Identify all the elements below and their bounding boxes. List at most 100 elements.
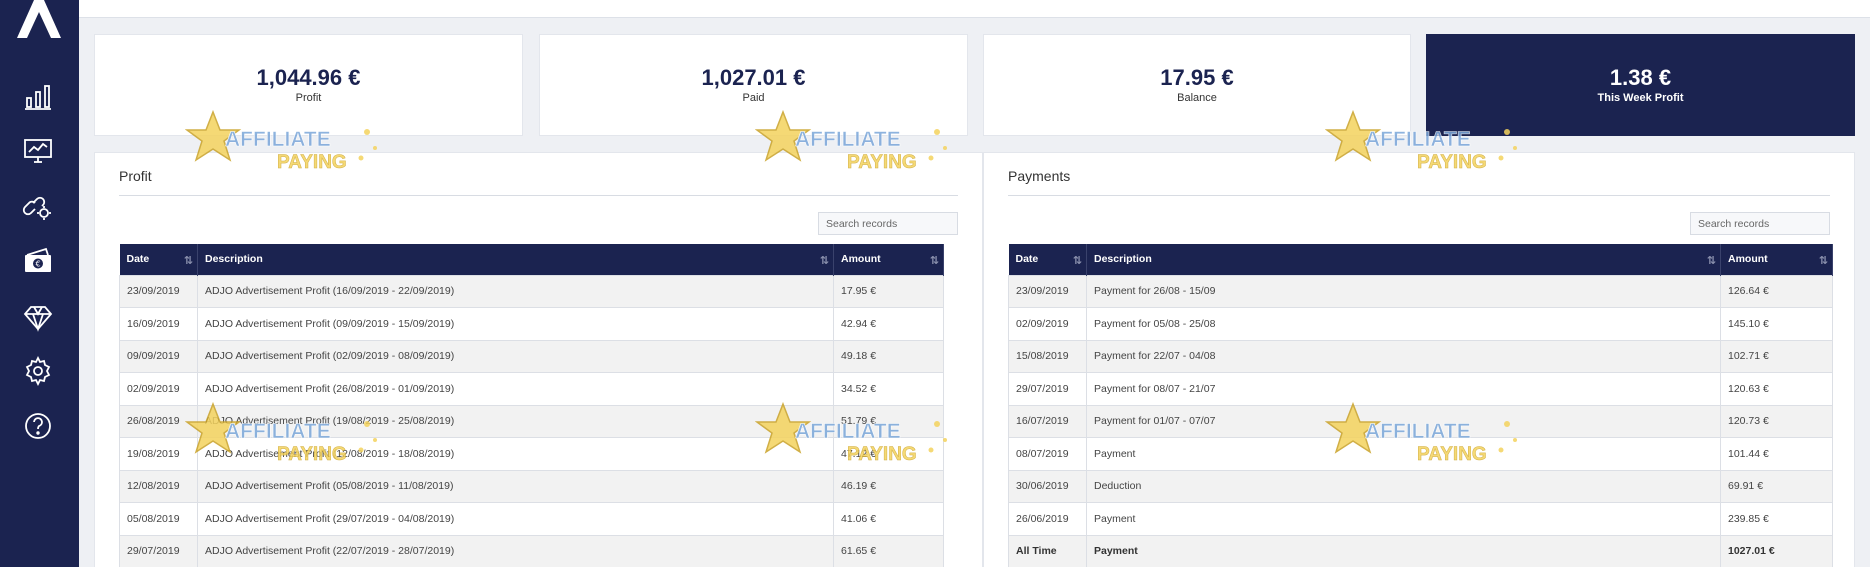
cell-amount: 239.85 € (1720, 502, 1833, 536)
profit-panel: Profit Date⇅ Description⇅ Amount⇅ 23/09/… (94, 152, 983, 567)
column-header-date[interactable]: Date ⇅ (119, 244, 198, 275)
stat-label: Profit (295, 92, 322, 105)
cell-date: All Time (1008, 534, 1087, 567)
cell-description: ADJO Advertisement Profit (16/09/2019 - … (197, 274, 834, 308)
cell-date: 15/08/2019 (1008, 339, 1087, 373)
stat-value: 1,027.01 € (701, 64, 806, 90)
cell-description: Payment for 22/07 - 04/08 (1086, 339, 1721, 373)
search-input[interactable] (1690, 212, 1830, 235)
sort-icon: ⇅ (1818, 255, 1828, 267)
cell-date: 16/07/2019 (1008, 404, 1087, 438)
sort-icon: ⇅ (1072, 255, 1082, 267)
column-header-amount[interactable]: Amount ⇅ (1720, 244, 1833, 275)
profit-table: Date ⇅ Description ⇅ Amount ⇅ 23/09/2019 ADJ… (119, 244, 944, 567)
cell-amount: 42.94 € (833, 307, 944, 341)
table-row: 26/06/2019 Payment 239.85 € (1008, 502, 1833, 536)
cell-date: 02/09/2019 (1008, 307, 1087, 341)
svg-text:€: € (35, 260, 40, 269)
stat-card-paid: 1,027.01 € Paid (539, 34, 968, 136)
cell-amount: 1027.01 € (1720, 534, 1833, 567)
table-row: 23/09/2019 ADJO Advertisement Profit (16/… (119, 274, 944, 308)
cell-amount: 69.91 € (1720, 469, 1833, 503)
cell-description: ADJO Advertisement Profit (12/08/2019 - … (197, 437, 834, 471)
cell-date: 23/09/2019 (119, 274, 198, 308)
top-header-bar (79, 0, 1870, 18)
payments-panel: Payments Date⇅ Description⇅ Amount⇅ 23/0… (983, 152, 1855, 567)
cell-description: ADJO Advertisement Profit (22/07/2019 - … (197, 534, 834, 567)
table-row: 15/08/2019 Payment for 22/07 - 04/08 102.7… (1008, 339, 1833, 373)
sort-icon: ⇅ (819, 255, 829, 267)
stat-value: 1,044.96 € (256, 64, 361, 90)
euro-wallet-icon[interactable]: € (20, 243, 56, 279)
panel-title: Payments (1008, 168, 1071, 184)
cell-description: ADJO Advertisement Profit (02/09/2019 - … (197, 339, 834, 373)
cell-date: 29/07/2019 (1008, 372, 1087, 406)
cell-amount: 61.65 € (833, 534, 944, 567)
stat-card-balance: 17.95 € Balance (983, 34, 1411, 136)
column-header-date[interactable]: Date ⇅ (1008, 244, 1087, 275)
payments-table: Date ⇅ Description ⇅ Amount ⇅ 23/09/2019 Pay… (1008, 244, 1833, 567)
cell-amount: 46.19 € (833, 469, 944, 503)
cell-date: 16/09/2019 (119, 307, 198, 341)
cell-amount: 120.73 € (1720, 404, 1833, 438)
cell-amount: 41.06 € (833, 502, 944, 536)
divider (119, 195, 958, 196)
logo[interactable] (15, 0, 63, 40)
cell-date: 19/08/2019 (119, 437, 198, 471)
cell-amount: 17.95 € (833, 274, 944, 308)
stat-label: Balance (1177, 92, 1217, 105)
table-row: 19/08/2019 ADJO Advertisement Profit (12/… (119, 437, 944, 471)
column-header-description[interactable]: Description ⇅ (1086, 244, 1721, 275)
cell-date: 29/07/2019 (119, 534, 198, 567)
sort-icon: ⇅ (1706, 255, 1716, 267)
cell-description: Payment (1086, 534, 1721, 567)
diamond-icon[interactable] (20, 299, 56, 335)
table-row: 23/09/2019 Payment for 26/08 - 15/09 126.6… (1008, 274, 1833, 308)
cell-description: Payment (1086, 437, 1721, 471)
cell-description: ADJO Advertisement Profit (29/07/2019 - … (197, 502, 834, 536)
cell-amount: 120.63 € (1720, 372, 1833, 406)
cell-amount: 47.12 € (833, 437, 944, 471)
cell-amount: 101.44 € (1720, 437, 1833, 471)
cell-date: 02/09/2019 (119, 372, 198, 406)
divider (1008, 195, 1830, 196)
cell-amount: 126.64 € (1720, 274, 1833, 308)
column-header-amount[interactable]: Amount ⇅ (833, 244, 944, 275)
cell-date: 30/06/2019 (1008, 469, 1087, 503)
sidebar: € (0, 0, 79, 567)
help-icon[interactable] (20, 408, 56, 444)
stat-value: 17.95 € (1160, 64, 1234, 90)
table-row: 16/09/2019 ADJO Advertisement Profit (09/… (119, 307, 944, 341)
cell-description: ADJO Advertisement Profit (26/08/2019 - … (197, 372, 834, 406)
cell-description: Payment for 26/08 - 15/09 (1086, 274, 1721, 308)
panel-title: Profit (119, 168, 152, 184)
table-row: 26/08/2019 ADJO Advertisement Profit (19/… (119, 404, 944, 438)
stat-value: 1.38 € (1609, 64, 1672, 90)
stat-card-week-profit: 1.38 € This Week Profit (1426, 34, 1855, 136)
link-gear-icon[interactable] (20, 188, 56, 224)
cell-amount: 34.52 € (833, 372, 944, 406)
sort-icon: ⇅ (929, 255, 939, 267)
cell-date: 09/09/2019 (119, 339, 198, 373)
table-row: 02/09/2019 ADJO Advertisement Profit (26/… (119, 372, 944, 406)
cell-description: ADJO Advertisement Profit (09/09/2019 - … (197, 307, 834, 341)
table-row: 09/09/2019 ADJO Advertisement Profit (02/… (119, 339, 944, 373)
cell-date: 05/08/2019 (119, 502, 198, 536)
cell-amount: 51.79 € (833, 404, 944, 438)
table-row: 29/07/2019 Payment for 08/07 - 21/07 120.6… (1008, 372, 1833, 406)
table-row: 05/08/2019 ADJO Advertisement Profit (29/… (119, 502, 944, 536)
cell-amount: 102.71 € (1720, 339, 1833, 373)
search-input[interactable] (818, 212, 958, 235)
bar-chart-icon[interactable] (20, 79, 56, 115)
table-row: 02/09/2019 Payment for 05/08 - 25/08 145.1… (1008, 307, 1833, 341)
monitor-chart-icon[interactable] (20, 133, 56, 169)
column-header-description[interactable]: Description ⇅ (197, 244, 834, 275)
cell-description: ADJO Advertisement Profit (19/08/2019 - … (197, 404, 834, 438)
cell-date: 08/07/2019 (1008, 437, 1087, 471)
gear-icon[interactable] (20, 353, 56, 389)
table-row: 16/07/2019 Payment for 01/07 - 07/07 120.7… (1008, 404, 1833, 438)
cell-description: ADJO Advertisement Profit (05/08/2019 - … (197, 469, 834, 503)
stat-card-profit: 1,044.96 € Profit (94, 34, 523, 136)
cell-description: Payment for 01/07 - 07/07 (1086, 404, 1721, 438)
stat-label: This Week Profit (1597, 92, 1684, 105)
